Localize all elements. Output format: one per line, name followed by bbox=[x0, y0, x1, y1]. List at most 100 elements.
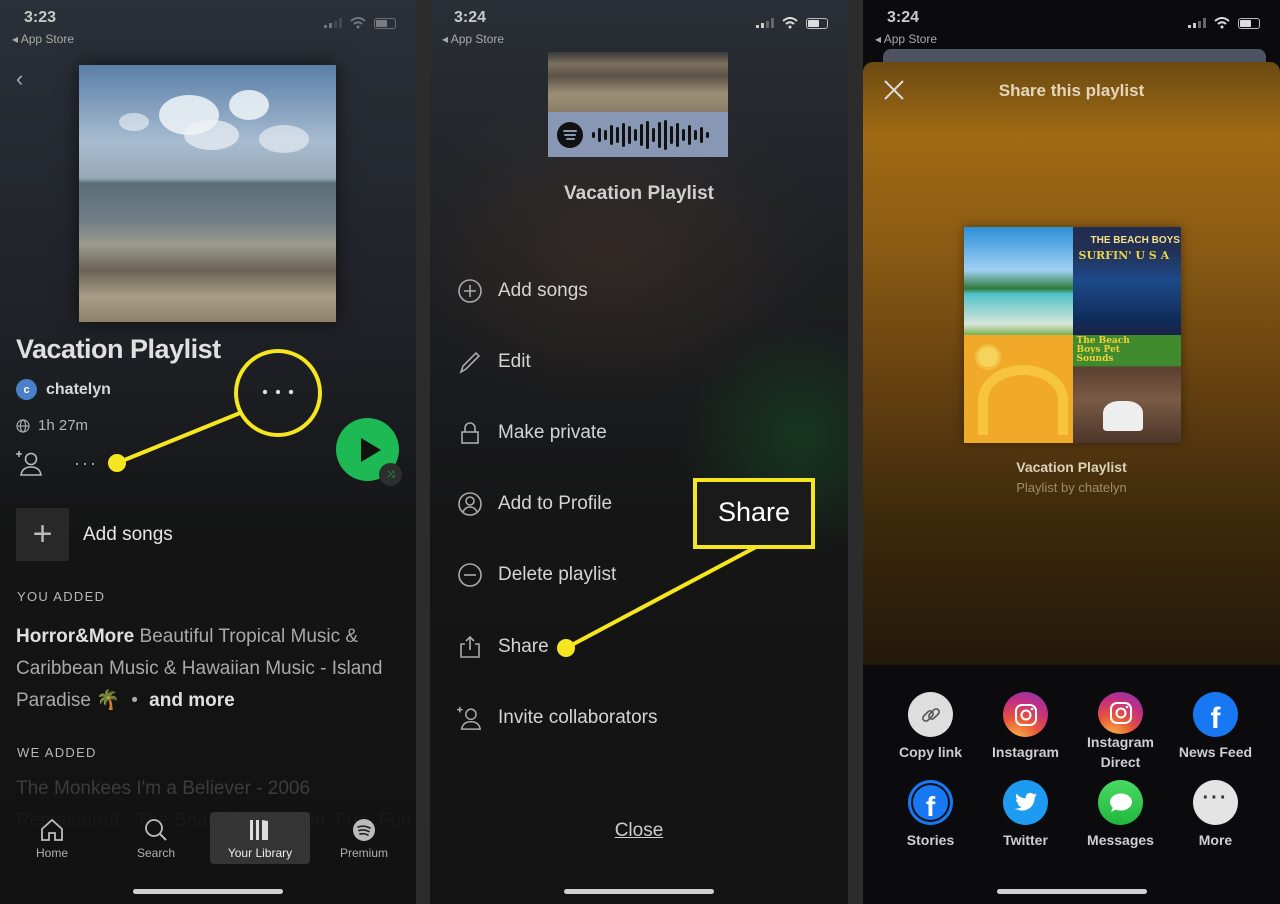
tab-premium[interactable]: Premium bbox=[314, 812, 414, 872]
status-bar: 3:23 ◂ App Store bbox=[0, 8, 416, 48]
instagram-icon bbox=[1003, 692, 1048, 737]
code-bar bbox=[652, 127, 655, 142]
status-time: 3:24 bbox=[454, 9, 487, 26]
more-options-button[interactable]: ··· bbox=[74, 453, 98, 474]
code-bar bbox=[706, 131, 709, 138]
cover-surfin-usa: THE BEACH BOYS SURFIN' U S A bbox=[1072, 227, 1181, 335]
share-icon bbox=[460, 635, 480, 658]
annotation-circle bbox=[234, 349, 322, 437]
share-options: Copy link Instagram Instagram Direct f N… bbox=[883, 692, 1263, 860]
status-icons bbox=[756, 17, 828, 29]
menu-item-add-songs[interactable]: Add songs bbox=[457, 278, 588, 304]
action-row: ··· bbox=[16, 450, 98, 476]
and-more-link[interactable]: and more bbox=[149, 690, 235, 711]
back-to-app-store[interactable]: ◂ App Store bbox=[875, 32, 937, 46]
code-bar bbox=[700, 126, 703, 143]
add-songs-label: Add songs bbox=[83, 523, 173, 545]
annotation-dot bbox=[108, 454, 126, 472]
dot-icon bbox=[262, 389, 268, 395]
annotation-dot bbox=[557, 639, 575, 657]
code-bar bbox=[592, 131, 595, 138]
code-bar bbox=[670, 125, 673, 144]
tab-home[interactable]: Home bbox=[2, 812, 102, 872]
code-bar bbox=[646, 120, 649, 149]
dot-icon bbox=[288, 389, 294, 395]
messages-icon bbox=[1098, 780, 1143, 825]
share-more[interactable]: ··· More bbox=[1168, 780, 1263, 860]
code-bar bbox=[682, 128, 685, 141]
code-bar bbox=[628, 125, 631, 144]
add-songs-row[interactable]: + Add songs bbox=[16, 508, 173, 561]
share-twitter[interactable]: Twitter bbox=[978, 780, 1073, 860]
status-bar: 3:24 ◂ App Store bbox=[430, 8, 848, 48]
share-messages[interactable]: Messages bbox=[1073, 780, 1168, 860]
wifi-icon bbox=[1214, 17, 1230, 29]
annotation-line bbox=[116, 411, 241, 465]
signal-icon bbox=[1188, 18, 1206, 28]
back-to-app-store[interactable]: ◂ App Store bbox=[12, 32, 74, 46]
panel-divider bbox=[416, 0, 430, 904]
plus-circle-icon bbox=[458, 279, 482, 303]
signal-icon bbox=[756, 18, 774, 28]
code-bar bbox=[604, 129, 607, 140]
you-added-heading: YOU ADDED bbox=[17, 589, 106, 604]
menu-item-delete-playlist[interactable]: Delete playlist bbox=[457, 562, 616, 588]
more-icon: ··· bbox=[1193, 780, 1238, 825]
plus-icon: + bbox=[16, 508, 69, 561]
link-icon bbox=[908, 692, 953, 737]
playlist-cover bbox=[79, 65, 336, 322]
battery-icon bbox=[806, 17, 828, 29]
we-added-heading: WE ADDED bbox=[17, 745, 97, 760]
status-icons bbox=[1188, 17, 1260, 29]
share-instagram-direct[interactable]: Instagram Direct bbox=[1073, 692, 1168, 772]
minus-circle-icon bbox=[458, 563, 482, 587]
share-stories[interactable]: f Stories bbox=[883, 780, 978, 860]
share-instagram[interactable]: Instagram bbox=[978, 692, 1073, 772]
instagram-icon bbox=[1098, 692, 1143, 734]
cover-pet-sounds: The Beach Boys Pet Sounds bbox=[1072, 335, 1181, 443]
we-added-line[interactable]: The Monkees I'm a Believer - 2006 bbox=[16, 778, 310, 800]
menu-item-edit[interactable]: Edit bbox=[457, 349, 531, 375]
home-indicator bbox=[997, 889, 1147, 894]
menu-item-share[interactable]: Share bbox=[457, 634, 549, 660]
battery-icon bbox=[374, 17, 396, 29]
code-bar bbox=[610, 124, 613, 145]
spotify-code bbox=[548, 112, 728, 157]
playlist-owner[interactable]: c chatelyn bbox=[16, 379, 111, 400]
bottom-tab-bar: Home Search Your Library Premium bbox=[0, 812, 416, 872]
cover-beach-boys-california bbox=[964, 335, 1073, 443]
status-icons bbox=[324, 17, 396, 29]
home-indicator bbox=[133, 889, 283, 894]
playlist-subtitle: Playlist by chatelyn bbox=[1016, 480, 1127, 495]
spotify-code-card bbox=[548, 52, 728, 157]
wifi-icon bbox=[782, 17, 798, 29]
avatar: c bbox=[16, 379, 37, 400]
code-bar bbox=[676, 122, 679, 147]
facebook-icon: f bbox=[1193, 692, 1238, 737]
menu-item-make-private[interactable]: Make private bbox=[457, 420, 607, 446]
pencil-icon bbox=[459, 351, 481, 374]
menu-item-invite-collaborators[interactable]: Invite collaborators bbox=[457, 705, 657, 731]
code-bar bbox=[694, 129, 697, 140]
close-button[interactable]: Close bbox=[430, 820, 848, 842]
add-user-icon[interactable] bbox=[16, 450, 44, 476]
back-to-app-store[interactable]: ◂ App Store bbox=[442, 32, 504, 46]
add-user-icon bbox=[457, 706, 482, 730]
you-added-list[interactable]: Horror&More Beautiful Tropical Music & C… bbox=[16, 621, 401, 717]
playlist-title: Vacation Playlist bbox=[1016, 459, 1127, 475]
tab-search[interactable]: Search bbox=[106, 812, 206, 872]
menu-item-add-to-profile[interactable]: Add to Profile bbox=[457, 491, 612, 517]
share-sheet-title: Share this playlist bbox=[998, 81, 1145, 100]
profile-icon bbox=[458, 492, 482, 516]
spotify-code-bars bbox=[592, 119, 709, 150]
shuffle-icon[interactable]: ⤨ bbox=[379, 463, 402, 486]
library-icon bbox=[250, 820, 268, 840]
back-chevron-icon[interactable]: ‹ bbox=[16, 66, 23, 92]
share-news-feed[interactable]: f News Feed bbox=[1168, 692, 1263, 772]
share-copy-link[interactable]: Copy link bbox=[883, 692, 978, 772]
annotation-callout-label: Share bbox=[717, 497, 791, 527]
playlist-screen: 3:23 ◂ App Store ‹ Vacation Playlist c c… bbox=[0, 0, 416, 904]
battery-icon bbox=[1238, 17, 1260, 29]
tab-your-library[interactable]: Your Library bbox=[210, 812, 310, 864]
facebook-stories-icon: f bbox=[908, 780, 953, 825]
